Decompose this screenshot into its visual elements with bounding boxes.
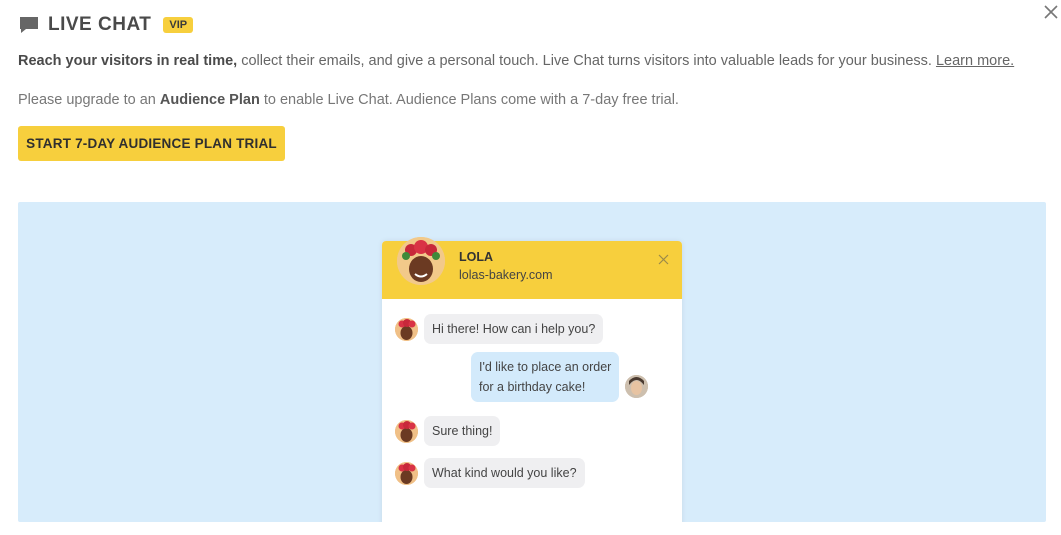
intro-bold: Reach your visitors in real time, xyxy=(18,53,238,69)
vip-badge: VIP xyxy=(163,17,194,33)
agent-avatar-small xyxy=(395,461,418,485)
upgrade-suffix: to enable Live Chat. Audience Plans come… xyxy=(259,92,679,108)
chat-widget-header: LOLA lolas-bakery.com xyxy=(382,237,682,299)
chat-message: I'd like to place an order for a birthda… xyxy=(471,352,649,402)
user-avatar xyxy=(625,374,649,398)
intro-text: Reach your visitors in real time, collec… xyxy=(18,52,1014,70)
header: LIVE CHAT VIP xyxy=(18,14,194,36)
agent-message-bubble: What kind would you like? xyxy=(424,458,585,488)
upgrade-text: Please upgrade to an Audience Plan to en… xyxy=(18,92,679,108)
user-message-line: for a birthday cake! xyxy=(479,380,586,394)
agent-site: lolas-bakery.com xyxy=(459,268,553,282)
agent-avatar-small xyxy=(395,419,418,443)
user-message-bubble: I'd like to place an order for a birthda… xyxy=(471,352,620,402)
page-title: LIVE CHAT xyxy=(48,14,152,35)
intro-body: collect their emails, and give a persona… xyxy=(237,53,936,69)
audience-plan-text: Audience Plan xyxy=(159,92,260,108)
start-trial-button[interactable]: START 7-DAY AUDIENCE PLAN TRIAL xyxy=(18,126,285,161)
user-message-line: I'd like to place an order xyxy=(479,360,612,374)
learn-more-link[interactable]: Learn more. xyxy=(936,53,1014,69)
chat-message: Sure thing! xyxy=(395,416,501,446)
agent-message-bubble: Sure thing! xyxy=(424,416,501,446)
agent-avatar xyxy=(397,237,445,285)
upgrade-prefix: Please upgrade to an xyxy=(18,92,160,108)
widget-close-icon[interactable] xyxy=(658,252,669,265)
agent-message-bubble: Hi there! How can i help you? xyxy=(424,314,604,344)
live-chat-preview: LOLA lolas-bakery.com Hi there! How can … xyxy=(18,202,1046,522)
chat-message: What kind would you like? xyxy=(395,458,585,488)
agent-avatar-small xyxy=(395,317,418,341)
chat-bubble-icon xyxy=(18,14,40,36)
chat-message: Hi there! How can i help you? xyxy=(395,314,604,344)
chat-widget: LOLA lolas-bakery.com Hi there! How can … xyxy=(382,237,682,522)
close-icon[interactable] xyxy=(1041,2,1061,22)
agent-name: LOLA xyxy=(459,250,494,264)
